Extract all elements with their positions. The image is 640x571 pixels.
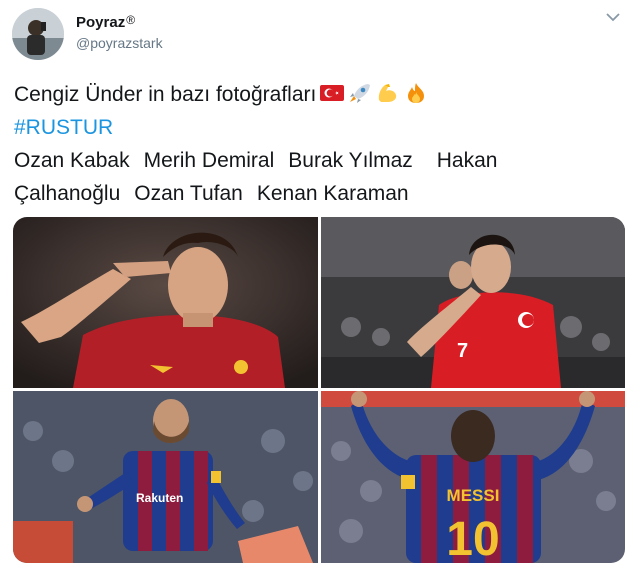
photo-image — [13, 217, 318, 388]
photo-messi-back[interactable]: MESSI 10 — [321, 391, 625, 563]
tweet-line-names-2: Çalhanoğlu Ozan Tufan Kenan Karaman — [14, 177, 614, 210]
photo-image: Rakuten — [13, 391, 318, 563]
photo-turkey-shush[interactable]: 7 — [321, 217, 625, 388]
media-grid: 7 Rakuten MESSI 10 — [13, 217, 625, 563]
player-name: Çalhanoğlu — [14, 182, 121, 205]
shirt-number: 7 — [457, 340, 468, 362]
chevron-down-icon[interactable] — [606, 12, 620, 22]
player-name: Hakan — [436, 149, 498, 172]
author-name[interactable]: Poyraz® — [76, 13, 135, 31]
tweet-text: Cengiz Ünder in bazı fotoğrafları #RUSTU… — [14, 78, 614, 210]
shirt-name: MESSI — [447, 486, 500, 505]
fire-icon — [408, 83, 425, 103]
rocket-icon — [350, 84, 371, 103]
player-name: Kenan Karaman — [256, 182, 409, 205]
user-avatar — [12, 8, 64, 60]
flag-turkey-icon — [320, 85, 345, 101]
photo-barca-celebration[interactable]: Rakuten — [13, 391, 318, 563]
tweet-line-1: Cengiz Ünder in bazı fotoğrafları — [14, 78, 614, 111]
shirt-number: 10 — [446, 513, 499, 563]
registered-mark: ® — [126, 13, 136, 27]
player-name: Merih Demiral — [143, 149, 275, 172]
author-avatar[interactable] — [12, 8, 64, 60]
sponsor-label: Rakuten — [136, 491, 183, 505]
author-display-name[interactable]: Poyraz — [76, 14, 125, 31]
author-handle[interactable]: @poyrazstark — [76, 35, 163, 51]
tweet-line-names-1: Ozan Kabak Merih Demiral Burak Yılmaz Hakan — [14, 144, 614, 177]
photo-image: MESSI 10 — [321, 391, 625, 563]
photo-image: 7 — [321, 217, 625, 388]
tweet-caption: Cengiz Ünder in bazı fotoğrafları — [14, 83, 317, 106]
flexed-biceps-icon — [379, 84, 397, 102]
photo-roma-salute[interactable] — [13, 217, 318, 388]
player-name: Burak Yılmaz — [288, 149, 413, 172]
tweet-card: Poyraz® @poyrazstark Cengiz Ünder in baz… — [0, 0, 640, 571]
hashtag-rustur[interactable]: #RUSTUR — [14, 111, 614, 144]
player-name: Ozan Tufan — [134, 182, 243, 205]
player-name: Ozan Kabak — [14, 149, 130, 172]
